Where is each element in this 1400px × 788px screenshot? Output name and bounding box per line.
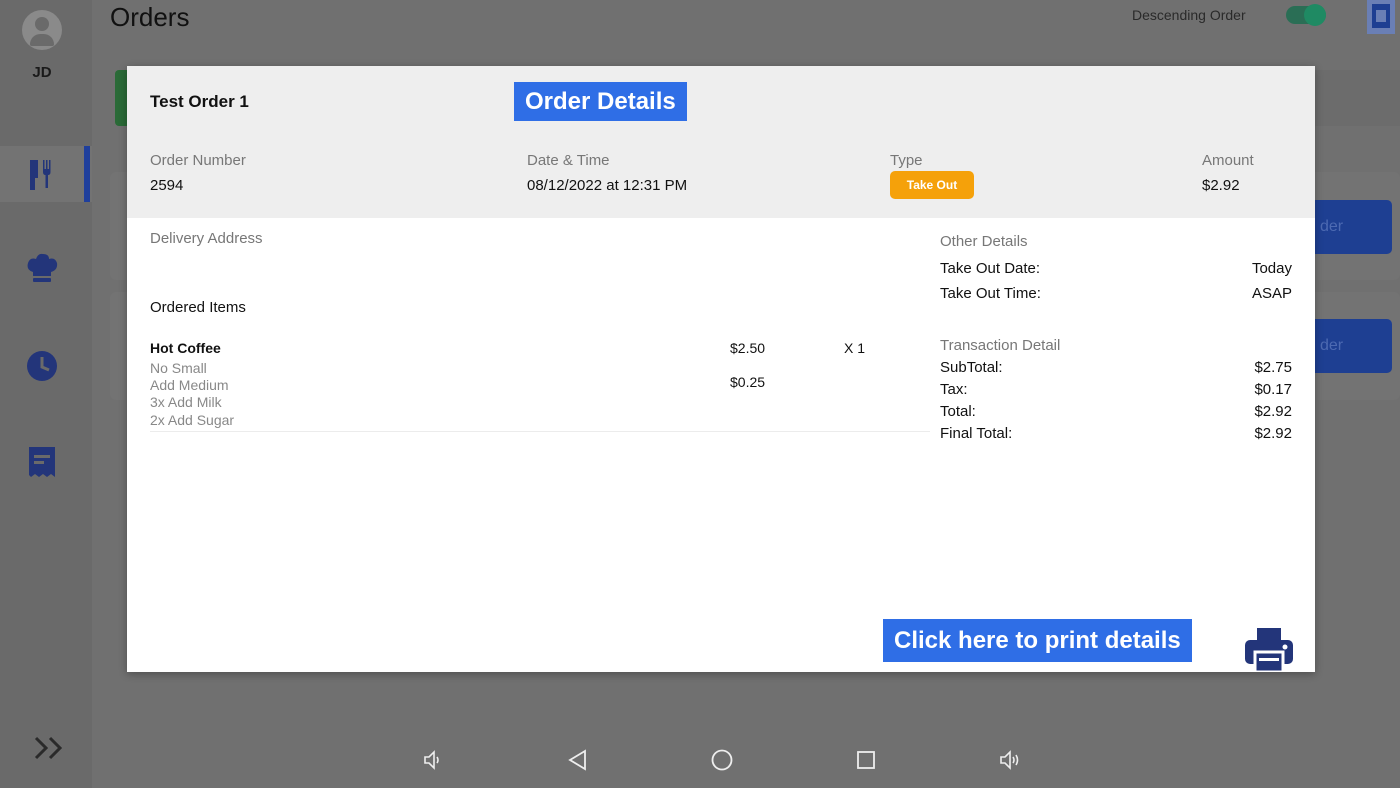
- chef-hat-icon[interactable]: [24, 250, 60, 286]
- detail-key: Tax:: [940, 381, 968, 398]
- back-icon[interactable]: [566, 748, 590, 772]
- recents-icon[interactable]: [854, 748, 878, 772]
- item-modifier: Add Medium: [150, 377, 229, 393]
- other-details-label: Other Details: [940, 233, 1028, 250]
- page-title: Orders: [110, 2, 190, 32]
- layout-view-icon[interactable]: [1364, 0, 1400, 36]
- order-details-modal: Test Order 1 Order Details Order Number …: [127, 66, 1315, 672]
- home-icon[interactable]: [710, 748, 734, 772]
- amount-label: Amount: [1202, 152, 1254, 169]
- clock-icon[interactable]: [24, 348, 60, 384]
- datetime-label: Date & Time: [527, 152, 610, 169]
- transaction-detail-label: Transaction Detail: [940, 337, 1061, 354]
- volume-up-icon[interactable]: [998, 748, 1022, 772]
- detail-value: Today: [1251, 260, 1292, 277]
- item-quantity: X 1: [844, 340, 866, 356]
- detail-key: Total:: [940, 403, 976, 420]
- take-out-badge: Take Out: [890, 171, 974, 199]
- modifier-price: $0.25: [730, 374, 766, 390]
- detail-value: ASAP: [1251, 285, 1292, 302]
- type-label: Type: [890, 152, 923, 169]
- datetime-value: 08/12/2022 at 12:31 PM: [527, 177, 688, 194]
- double-chevron-right-icon[interactable]: [30, 730, 70, 766]
- item-name: Hot Coffee: [150, 340, 221, 356]
- order-number-label: Order Number: [150, 152, 246, 169]
- delivery-address-label: Delivery Address: [150, 230, 263, 247]
- receipt-icon[interactable]: [24, 444, 60, 480]
- detail-key: SubTotal:: [940, 359, 1003, 376]
- printer-icon[interactable]: [1245, 626, 1293, 672]
- detail-value: $2.92: [1254, 403, 1292, 420]
- item-price: $2.50: [730, 340, 766, 356]
- modal-header: Test Order 1 Order Details Order Number …: [127, 66, 1315, 218]
- order-number-value: 2594: [150, 177, 184, 194]
- detail-key: Take Out Time:: [940, 285, 1041, 302]
- sort-toggle[interactable]: [1286, 4, 1326, 26]
- detail-key: Final Total:: [940, 425, 1013, 442]
- order-details-callout: Order Details: [514, 82, 687, 121]
- amount-value: $2.92: [1202, 177, 1240, 194]
- item-modifier: 2x Add Sugar: [150, 412, 235, 428]
- item-divider: [150, 431, 930, 432]
- avatar-icon[interactable]: [22, 10, 62, 50]
- ordered-items-label: Ordered Items: [150, 299, 246, 316]
- item-modifier: No Small: [150, 360, 207, 376]
- sidebar: JD: [0, 0, 92, 788]
- utensils-icon[interactable]: [24, 156, 60, 192]
- detail-value: $0.17: [1254, 381, 1292, 398]
- nav-active-indicator: [84, 146, 90, 202]
- detail-key: Take Out Date:: [940, 260, 1041, 277]
- order-title: Test Order 1: [150, 92, 249, 111]
- print-callout: Click here to print details: [883, 619, 1192, 662]
- user-initials: JD: [32, 64, 52, 81]
- item-modifier: 3x Add Milk: [150, 394, 222, 410]
- sort-label: Descending Order: [1132, 7, 1246, 23]
- detail-value: $2.92: [1254, 425, 1292, 442]
- detail-value: $2.75: [1254, 359, 1292, 376]
- volume-down-icon[interactable]: [421, 748, 445, 772]
